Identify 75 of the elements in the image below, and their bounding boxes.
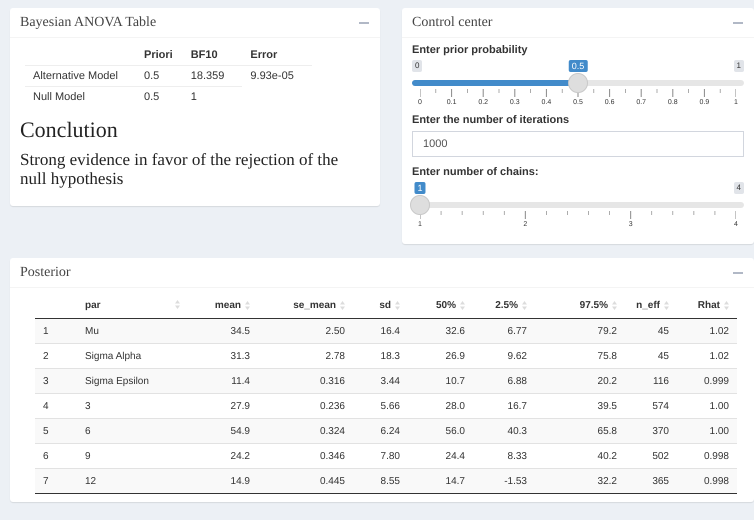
slider-label: Enter number of chains: xyxy=(412,166,540,178)
sort-icon xyxy=(395,300,400,310)
row-number: 7 xyxy=(35,468,73,494)
row-label: Alternative Model xyxy=(25,66,136,86)
table-cell: 6 xyxy=(73,418,188,444)
column-header: Error xyxy=(242,44,312,66)
table-cell: 6.77 xyxy=(473,318,535,344)
conclusion-text: Strong evidence in favor of the rejection of the null hypothesis xyxy=(20,151,340,188)
panel-title: Bayesian ANOVA Table xyxy=(20,14,156,30)
value-tag: 1 xyxy=(414,182,426,194)
table-cell: 65.8 xyxy=(535,418,625,444)
sort-icon xyxy=(175,300,180,309)
table-cell: 56.0 xyxy=(408,418,473,444)
table-cell: 0.324 xyxy=(258,418,353,444)
value-tag: 0.5 xyxy=(568,60,588,72)
row-number: 3 xyxy=(35,368,73,394)
slider-handle[interactable] xyxy=(568,73,588,93)
max-value: 4 xyxy=(734,182,744,194)
table-cell: 6.88 xyxy=(473,368,535,394)
table-cell: 0.5 xyxy=(136,66,183,86)
column-header: BF10 xyxy=(182,44,242,66)
table-cell: 9.93e-05 xyxy=(242,66,312,86)
table-cell: 0.316 xyxy=(258,368,353,394)
row-number: 5 xyxy=(35,418,73,444)
table-cell: 54.9 xyxy=(188,418,258,444)
table-cell: 18.359 xyxy=(182,66,242,86)
table-cell: 79.2 xyxy=(535,318,625,344)
table-cell: 16.4 xyxy=(353,318,408,344)
min-value: 0 xyxy=(412,60,422,72)
row-label: Null Model xyxy=(25,86,136,107)
panel-title: Posterior xyxy=(20,264,71,280)
table-cell: 45 xyxy=(625,318,677,344)
table-cell: -1.53 xyxy=(473,468,535,494)
table-cell: 116 xyxy=(625,368,677,394)
table-cell: 32.6 xyxy=(408,318,473,344)
column-header: Priori xyxy=(136,44,183,66)
table-cell: 1 xyxy=(182,86,242,107)
table-cell: 10.7 xyxy=(408,368,473,394)
table-cell: 2.50 xyxy=(258,318,353,344)
table-cell: 1.02 xyxy=(677,318,737,344)
table-cell: 365 xyxy=(625,468,677,494)
table-cell: 6.24 xyxy=(353,418,408,444)
table-cell: 12 xyxy=(73,468,188,494)
sort-icon xyxy=(724,300,729,310)
table-cell: Sigma Epsilon xyxy=(73,368,188,394)
table-cell: 11.4 xyxy=(188,368,258,394)
max-value: 1 xyxy=(734,60,744,72)
table-cell: 20.2 xyxy=(535,368,625,394)
sort-icon xyxy=(340,300,345,310)
conclusion-heading: Conclution xyxy=(20,117,119,143)
table-cell: 14.9 xyxy=(188,468,258,494)
table-cell: 32.2 xyxy=(535,468,625,494)
sort-icon xyxy=(664,300,669,310)
field-label: Enter the number of iterations xyxy=(412,114,570,126)
slider-handle[interactable] xyxy=(410,195,430,215)
table-cell: 40.3 xyxy=(473,418,535,444)
table-cell: 370 xyxy=(625,418,677,444)
sort-icon xyxy=(612,300,617,310)
slider-label: Enter prior probability xyxy=(412,44,529,56)
sort-icon xyxy=(522,300,527,310)
table-cell: Mu xyxy=(73,318,188,344)
table-cell: 0.999 xyxy=(677,368,737,394)
table-cell: 0.5 xyxy=(136,86,183,107)
table-cell: 1.00 xyxy=(677,418,737,444)
table-cell: 0.998 xyxy=(677,468,737,494)
input-field[interactable]: 1000 xyxy=(412,131,744,157)
sort-icon xyxy=(245,300,250,310)
table-cell: 3.44 xyxy=(353,368,408,394)
table-cell: 8.55 xyxy=(353,468,408,494)
sort-icon xyxy=(460,300,465,310)
table-cell: 0.445 xyxy=(258,468,353,494)
table-cell: 34.5 xyxy=(188,318,258,344)
row-number: 1 xyxy=(35,318,73,344)
panel-title: Control center xyxy=(412,14,492,30)
table-cell: 14.7 xyxy=(408,468,473,494)
